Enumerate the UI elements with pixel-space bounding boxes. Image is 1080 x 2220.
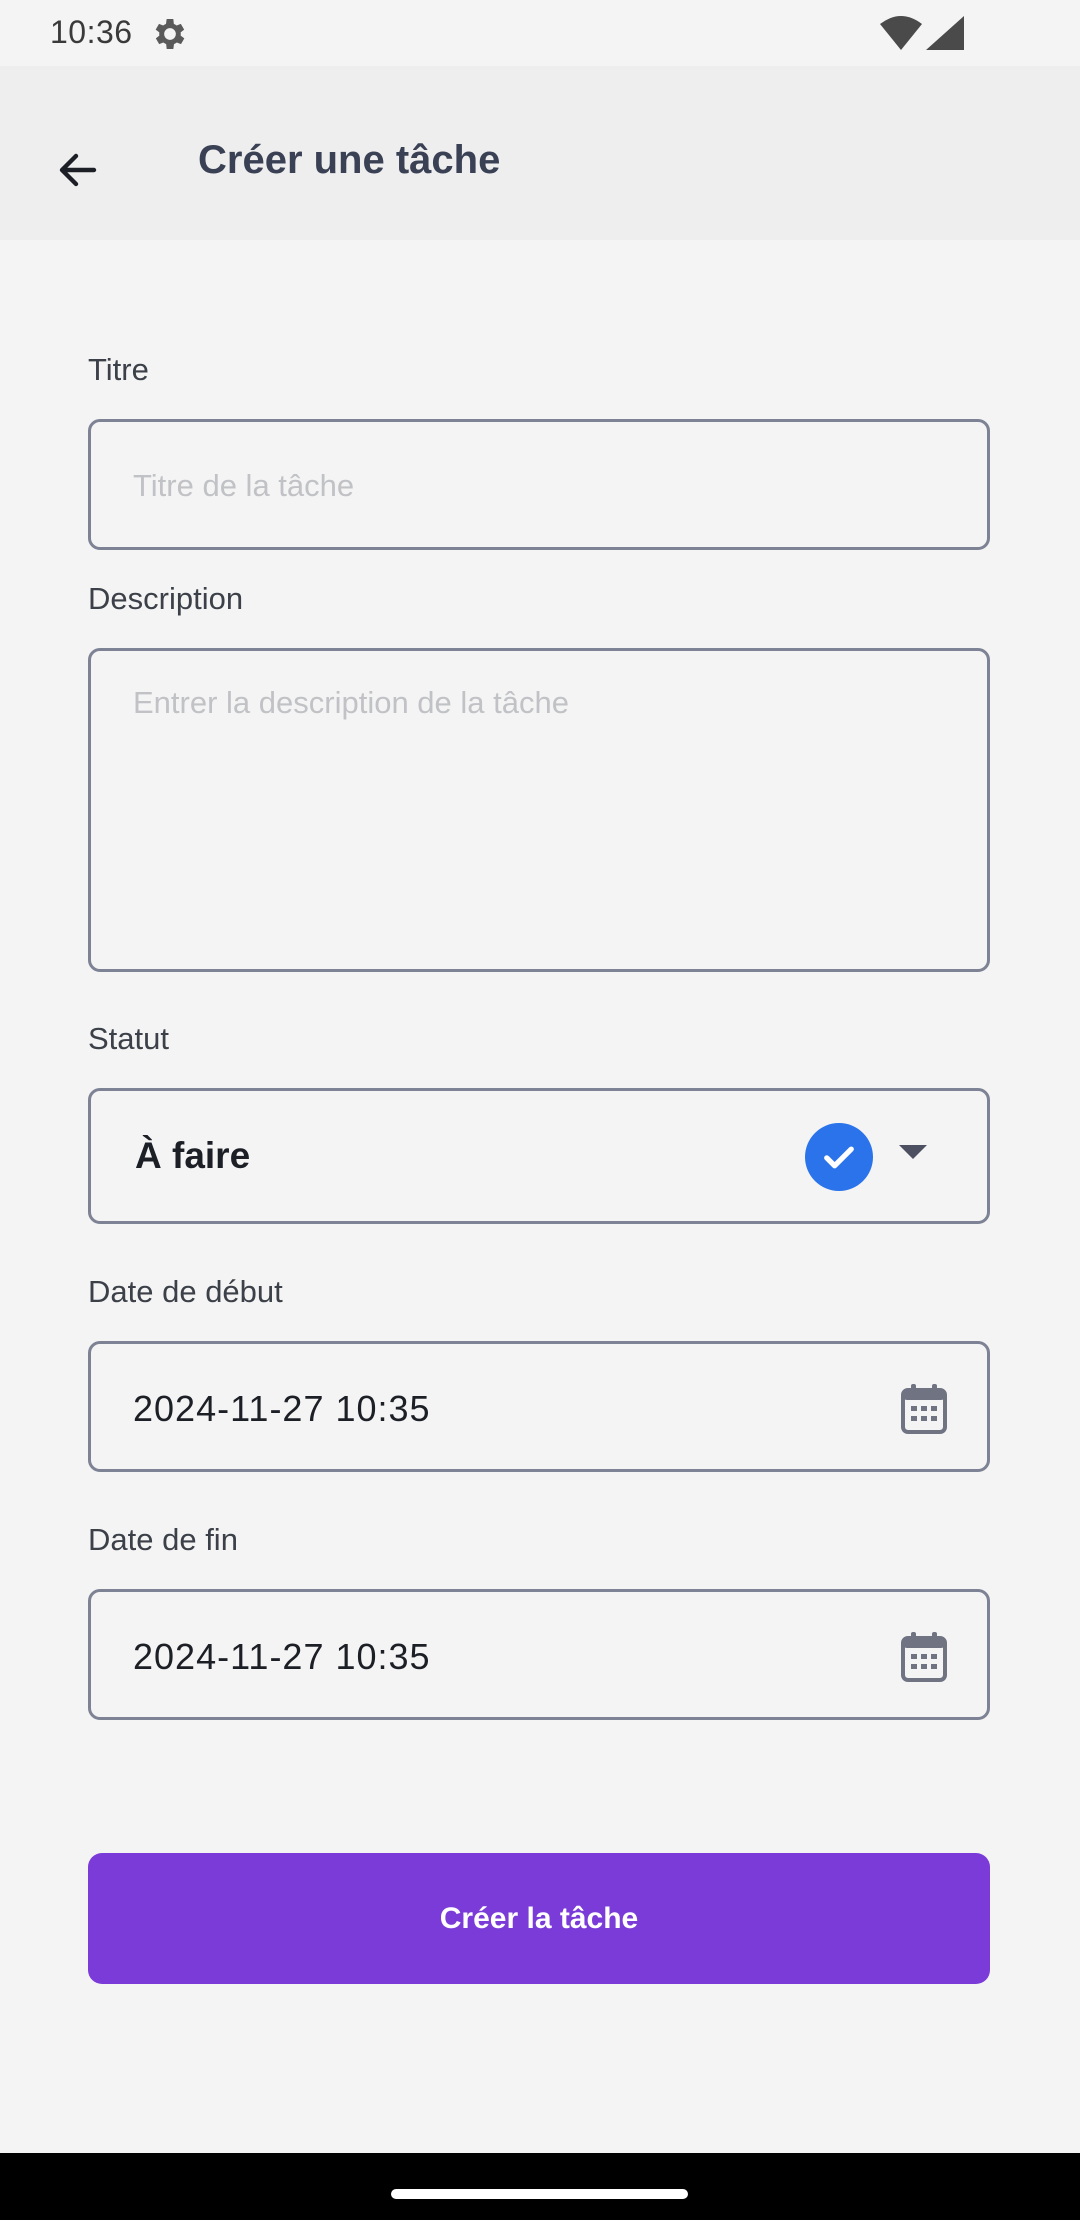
gear-icon [155, 19, 185, 49]
cell-signal-icon [926, 16, 964, 50]
home-indicator[interactable] [391, 2189, 688, 2199]
page-title: Créer une tâche [198, 138, 501, 182]
title-input[interactable]: Titre de la tâche [88, 419, 990, 550]
wifi-icon [880, 16, 922, 50]
back-button[interactable] [38, 130, 118, 210]
status-selected-value: À faire [135, 1135, 251, 1176]
start-date-value: 2024-11-27 10:35 [133, 1388, 431, 1429]
create-task-button[interactable]: Créer la tâche [88, 1853, 990, 1984]
navigation-bar [0, 2153, 1080, 2220]
title-label: Titre [88, 352, 149, 387]
title-placeholder: Titre de la tâche [133, 468, 355, 503]
status-label: Statut [88, 1021, 169, 1056]
start-date-field[interactable]: 2024-11-27 10:35 [88, 1341, 990, 1472]
dropdown-arrow-icon[interactable] [899, 1145, 927, 1159]
arrow-back-icon [59, 153, 97, 187]
description-input[interactable]: Entrer la description de la tâche [88, 648, 990, 972]
description-placeholder: Entrer la description de la tâche [133, 685, 569, 720]
end-date-label: Date de fin [88, 1522, 238, 1557]
status-select[interactable]: À faire [88, 1088, 990, 1224]
end-date-field[interactable]: 2024-11-27 10:35 [88, 1589, 990, 1720]
calendar-icon[interactable] [901, 1632, 947, 1682]
start-date-label: Date de début [88, 1274, 283, 1309]
check-circle-icon [805, 1123, 873, 1191]
end-date-value: 2024-11-27 10:35 [133, 1636, 431, 1677]
app-bar: Créer une tâche [0, 66, 1080, 240]
status-time: 10:36 [50, 14, 133, 50]
status-bar: 10:36 [0, 0, 1080, 66]
calendar-icon[interactable] [901, 1384, 947, 1434]
description-label: Description [88, 581, 244, 616]
